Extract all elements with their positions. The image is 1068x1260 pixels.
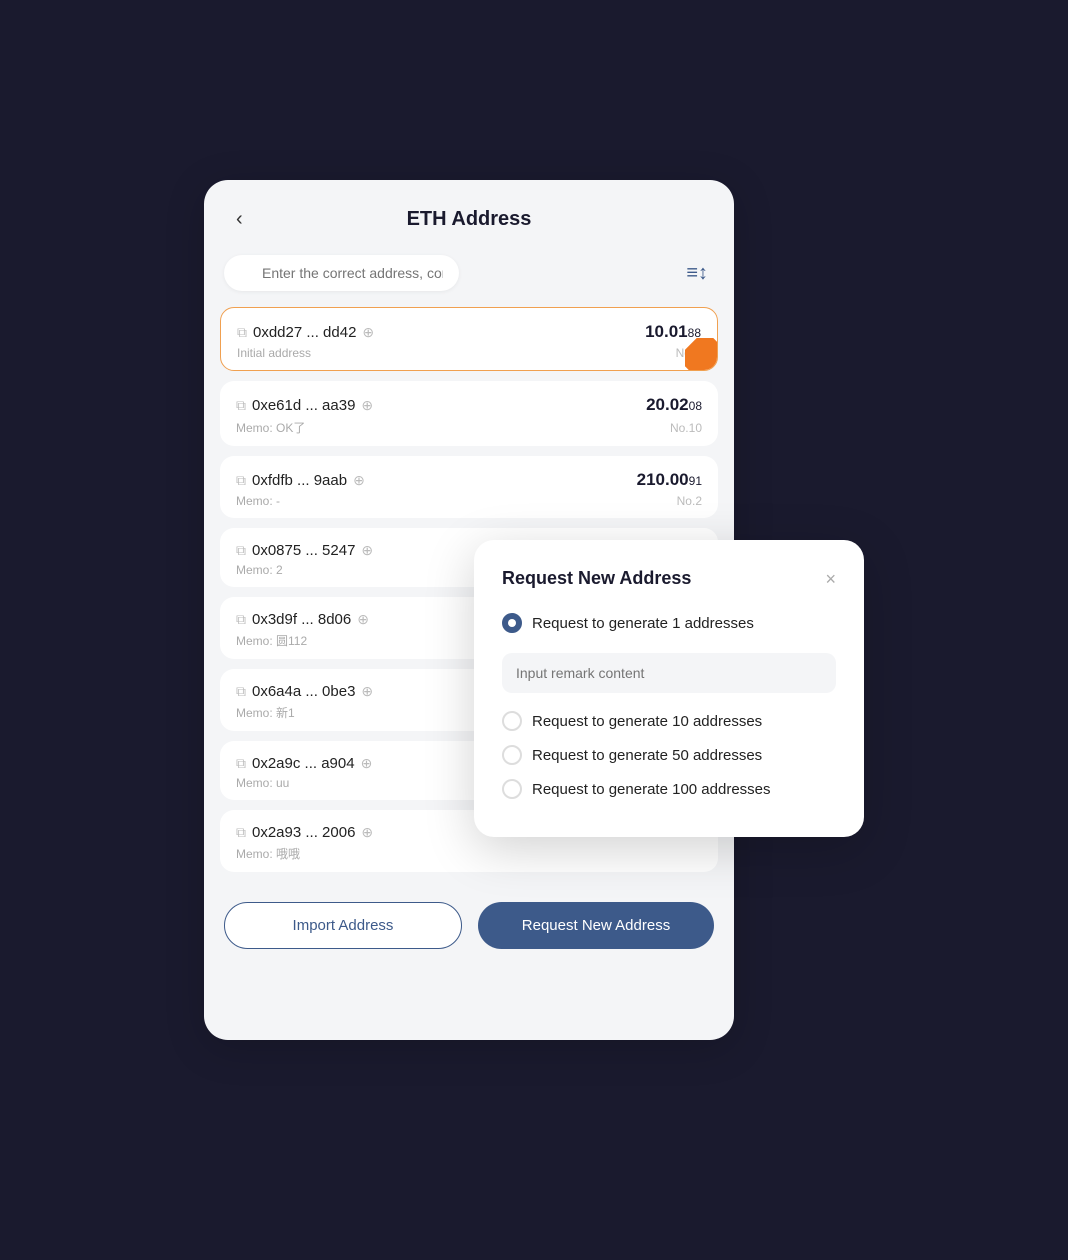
address-memo: Memo: -: [236, 494, 280, 508]
search-address-icon[interactable]: ⊕: [361, 683, 373, 700]
search-address-icon[interactable]: ⊕: [361, 397, 373, 414]
address-text: 0x3d9f ... 8d06: [252, 611, 351, 628]
radio-label: Request to generate 50 addresses: [532, 747, 762, 764]
search-bar-row: ⌕ ≡↕: [204, 247, 734, 307]
address-memo: Memo: uu: [236, 776, 289, 790]
radio-unchecked[interactable]: [502, 711, 522, 731]
address-item[interactable]: ⧉ 0xe61d ... aa39 ⊕ 20.0208 Memo: OK了 No…: [220, 381, 718, 446]
address-memo: Memo: 2: [236, 563, 283, 577]
remark-input[interactable]: [502, 653, 836, 693]
search-address-icon[interactable]: ⊕: [361, 542, 373, 559]
modal-option[interactable]: Request to generate 100 addresses: [502, 775, 836, 803]
search-address-icon[interactable]: ⊕: [353, 472, 365, 489]
address-memo: Memo: 圆112: [236, 632, 307, 649]
modal-title: Request New Address: [502, 568, 691, 589]
import-address-button[interactable]: Import Address: [224, 902, 462, 949]
address-text: 0x2a93 ... 2006: [252, 824, 355, 841]
address-memo: Memo: 哦哦: [236, 845, 300, 862]
copy-icon[interactable]: ⧉: [236, 755, 246, 772]
address-item[interactable]: ⧉ 0xdd27 ... dd42 ⊕ 10.0188 Initial addr…: [220, 307, 718, 371]
card-header: ‹ ETH Address: [204, 180, 734, 247]
active-corner: [685, 338, 717, 370]
copy-icon[interactable]: ⧉: [236, 397, 246, 414]
address-text: 0x2a9c ... a904: [252, 755, 355, 772]
radio-label: Request to generate 100 addresses: [532, 781, 771, 798]
copy-icon[interactable]: ⧉: [236, 683, 246, 700]
address-item[interactable]: ⧉ 0xfdfb ... 9aab ⊕ 210.0091 Memo: - No.…: [220, 456, 718, 518]
address-text: 0xe61d ... aa39: [252, 397, 355, 414]
search-container: ⌕: [224, 255, 670, 291]
copy-icon[interactable]: ⧉: [236, 824, 246, 841]
address-amount: 210.0091: [637, 470, 702, 490]
search-address-icon[interactable]: ⊕: [361, 824, 373, 841]
radio-unchecked[interactable]: [502, 779, 522, 799]
modal-close-button[interactable]: ×: [825, 570, 836, 588]
address-no: No.10: [670, 421, 702, 435]
address-text: 0x0875 ... 5247: [252, 542, 355, 559]
page-title: ETH Address: [407, 208, 532, 231]
copy-icon[interactable]: ⧉: [236, 472, 246, 489]
search-address-icon[interactable]: ⊕: [361, 755, 373, 772]
filter-button[interactable]: ≡↕: [680, 258, 714, 289]
search-address-icon[interactable]: ⊕: [362, 324, 374, 341]
request-new-address-button[interactable]: Request New Address: [478, 902, 714, 949]
search-address-icon[interactable]: ⊕: [357, 611, 369, 628]
copy-icon[interactable]: ⧉: [236, 542, 246, 559]
address-no: No.2: [677, 494, 702, 508]
search-input[interactable]: [224, 255, 459, 291]
address-memo: Initial address: [237, 346, 311, 360]
address-memo: Memo: OK了: [236, 419, 305, 436]
back-button[interactable]: ‹: [228, 204, 251, 235]
address-text: 0xfdfb ... 9aab: [252, 472, 347, 489]
copy-icon[interactable]: ⧉: [237, 324, 247, 341]
modal-option[interactable]: Request to generate 10 addresses: [502, 707, 836, 735]
filter-icon: ≡↕: [686, 262, 708, 284]
radio-label: Request to generate 10 addresses: [532, 713, 762, 730]
request-address-modal: Request New Address × Request to generat…: [474, 540, 864, 837]
radio-label: Request to generate 1 addresses: [532, 615, 754, 632]
address-memo: Memo: 新1: [236, 704, 295, 721]
bottom-buttons: Import Address Request New Address: [204, 882, 734, 949]
modal-option[interactable]: Request to generate 50 addresses: [502, 741, 836, 769]
radio-unchecked[interactable]: [502, 745, 522, 765]
modal-header: Request New Address ×: [502, 568, 836, 589]
address-text: 0xdd27 ... dd42: [253, 324, 356, 341]
radio-checked[interactable]: [502, 613, 522, 633]
copy-icon[interactable]: ⧉: [236, 611, 246, 628]
modal-options: Request to generate 1 addresses Request …: [502, 609, 836, 803]
modal-option[interactable]: Request to generate 1 addresses: [502, 609, 836, 707]
address-text: 0x6a4a ... 0be3: [252, 683, 355, 700]
address-amount: 20.0208: [646, 395, 702, 415]
